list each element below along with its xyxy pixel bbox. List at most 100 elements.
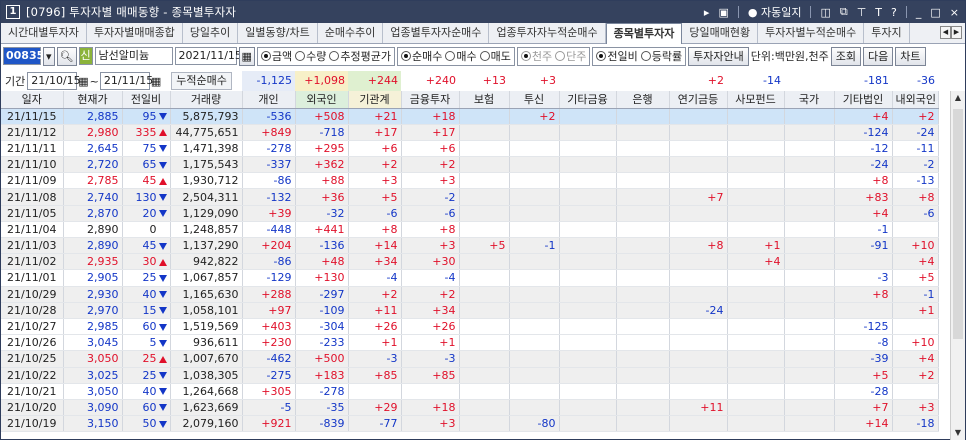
col-header-0[interactable]: 일자 [1, 91, 64, 109]
table-row[interactable]: 21/11/05 2,870 20 1,129,090 +39 -32 -6 -6 +4 -6 [1, 205, 939, 222]
col-header-3[interactable]: 거래량 [170, 91, 243, 109]
table-row[interactable]: 21/11/12 2,980 335 44,775,651 +849 -718 +17 +17… [1, 124, 939, 141]
change-value: 0 [149, 222, 157, 236]
table-row[interactable]: 21/11/09 2,785 45 1,930,712 -86 +88 +3 +3 +8 -13 [1, 172, 939, 190]
radio-amount[interactable]: 금액 [260, 48, 292, 64]
stock-code-input[interactable]: 008350 [3, 47, 52, 65]
search-button[interactable]: 🔍︎ [56, 46, 77, 66]
tab-0[interactable]: 시간대별투자자 [1, 23, 87, 43]
close-icon[interactable]: × [950, 6, 959, 19]
chart-button[interactable]: 차트 [895, 46, 926, 66]
radio-thousand-shares[interactable]: 천주 [520, 48, 552, 64]
vertical-scrollbar[interactable]: ▲ ▼ [950, 91, 965, 440]
radio-net-buy[interactable]: 순매수 [401, 48, 442, 64]
investor-cell: +508 [295, 108, 349, 125]
col-header-4[interactable]: 개인 [242, 91, 296, 109]
radio-quantity[interactable]: 수량 [295, 48, 326, 64]
col-header-10[interactable]: 기타금융 [559, 91, 617, 109]
tab-prev-icon[interactable]: ◀ [940, 26, 951, 39]
table-row[interactable]: 21/10/27 2,985 60 1,519,569 +403 -304 +26 +26 -1… [1, 318, 939, 336]
investor-cell: +6 [401, 140, 460, 158]
tab-3[interactable]: 일별동향/차트 [238, 23, 318, 43]
table-row[interactable]: 21/11/04 2,890 0 1,248,857 -448 +441 +8 +8 -1 [1, 221, 939, 239]
radio-change-rate[interactable]: 등락률 [640, 48, 682, 64]
col-header-6[interactable]: 기관계 [348, 91, 402, 109]
calendar-button[interactable]: ▦ [238, 46, 255, 66]
autosave-toggle[interactable]: ● 자동일지 [748, 4, 802, 20]
investor-guide-button[interactable]: 투자자안내 [688, 46, 749, 66]
maximize-icon[interactable]: □ [930, 6, 940, 19]
tab-2[interactable]: 당일추이 [183, 23, 239, 43]
table-row[interactable]: 21/10/25 3,050 25 1,007,670 -462 +500 -3 -3 -39 +… [1, 350, 939, 368]
investor-cell [669, 205, 728, 222]
lookup-button[interactable]: 조회 [830, 46, 862, 66]
scroll-up-icon[interactable]: ▲ [951, 91, 965, 105]
table-row[interactable]: 21/11/10 2,720 65 1,175,543 -337 +362 +2 +2 -24-… [1, 156, 939, 174]
tab-4[interactable]: 순매수추이 [318, 23, 384, 43]
scroll-thumb[interactable] [953, 109, 963, 339]
table-row[interactable]: 21/11/02 2,935 30 942,822 -86 +48 +34 +30 +4 +4 [1, 253, 939, 271]
tab-8[interactable]: 당일매매현황 [682, 23, 759, 43]
tab-next-icon[interactable]: ▶ [951, 26, 962, 39]
font-icon[interactable]: T [875, 6, 882, 19]
investor-cell [459, 172, 510, 190]
col-header-1[interactable]: 현재가 [63, 91, 123, 109]
minimize-icon[interactable]: _ [916, 6, 922, 19]
screen-icon[interactable]: ▣ [718, 6, 728, 19]
radio-buy[interactable]: 매수 [445, 48, 477, 64]
table-row[interactable]: 21/10/28 2,970 15 1,058,101 +97 -109 +11 +34 -24… [1, 302, 939, 319]
table-row[interactable]: 21/11/11 2,645 75 1,471,398 -278 +295 +6 +6 -12-… [1, 140, 939, 158]
investor-cell: +29 [348, 399, 402, 417]
investor-cell [892, 221, 939, 239]
tab-5[interactable]: 업종별투자자순매수 [383, 23, 490, 43]
col-header-12[interactable]: 연기금등 [669, 91, 728, 109]
radio-sell[interactable]: 매도 [479, 48, 511, 64]
col-header-14[interactable]: 국가 [784, 91, 835, 109]
tab-9[interactable]: 투자자별누적순매수 [758, 23, 865, 43]
tab-10[interactable]: 투자지 [864, 23, 910, 43]
caret-right-icon[interactable]: ▸ [704, 6, 710, 19]
col-header-5[interactable]: 외국인 [295, 91, 349, 109]
window-split-icon[interactable]: ◫ [820, 6, 830, 19]
next-button[interactable]: 다음 [863, 46, 894, 66]
investor-cell: +48 [295, 253, 349, 271]
period-from-input[interactable]: 21/10/15 [27, 72, 81, 90]
radio-single-share[interactable]: 단주 [555, 48, 586, 64]
pin-icon[interactable]: ⊤ [857, 6, 867, 19]
table-row[interactable]: 21/11/08 2,740 130 2,504,311 -132 +36 +5 -2 +7 +8… [1, 188, 939, 206]
window-tile-icon[interactable]: ⧉ [840, 5, 848, 19]
col-header-8[interactable]: 보험 [459, 91, 510, 109]
table-row[interactable]: 21/10/19 3,150 50 2,079,160 +921 -839 -77 +3 -80… [1, 415, 939, 433]
table-row[interactable]: 21/11/03 2,890 45 1,137,290 +204 -136 +14 +3 +5-… [1, 237, 939, 255]
price-cell: 2,740 [63, 188, 123, 206]
col-header-2[interactable]: 전일비 [122, 91, 171, 109]
table-row[interactable]: 21/10/22 3,025 25 1,038,305 -275 +183 +85 +85 +5… [1, 367, 939, 384]
tab-6[interactable]: 업종투자자누적순매수 [489, 23, 606, 43]
investor-cell [669, 221, 728, 239]
tab-7[interactable]: 종목별투자자 [605, 23, 683, 44]
radio-prev-day[interactable]: 전일비 [596, 48, 638, 64]
stock-name-field[interactable]: 남선알미늄 [94, 47, 173, 65]
help-icon[interactable]: ? [891, 6, 897, 19]
col-header-16[interactable]: 내외국인 [892, 91, 939, 109]
table-row[interactable]: 21/11/15 2,885 95 5,875,793 -536 +508 +21 +18 +2… [1, 108, 939, 125]
col-header-15[interactable]: 기타법인 [834, 91, 893, 109]
search-icon: 🔍︎ [59, 49, 74, 63]
col-header-11[interactable]: 은행 [616, 91, 670, 109]
calendar-icon[interactable]: ▦ [78, 75, 88, 88]
scroll-down-icon[interactable]: ▼ [951, 426, 965, 440]
col-header-13[interactable]: 사모펀드 [727, 91, 785, 109]
table-row[interactable]: 21/10/20 3,090 60 1,623,669 -5 -35 +29 +18 +11 +7… [1, 399, 939, 417]
table-row[interactable]: 21/10/21 3,050 40 1,264,668 +305 -278 -28 [1, 383, 939, 400]
col-header-7[interactable]: 금융투자 [401, 91, 460, 109]
tab-1[interactable]: 투자자별매매종합 [87, 23, 183, 43]
col-header-9[interactable]: 투신 [509, 91, 560, 109]
period-to-input[interactable]: 21/11/15 [99, 72, 153, 90]
radio-avg-price[interactable]: 추정평균가 [329, 48, 391, 64]
date-input[interactable]: 2021/11/15 [174, 47, 242, 65]
table-row[interactable]: 21/10/26 3,045 5 936,611 +230 -233 +1 +1 -8 +10 [1, 334, 939, 352]
table-row[interactable]: 21/10/29 2,930 40 1,165,630 +288 -297 +2 +2 +8 -1 [1, 286, 939, 303]
table-row[interactable]: 21/11/01 2,905 25 1,067,857 -129 +130 -4 -4 -3 +5 [1, 269, 939, 287]
calendar-icon[interactable]: ▦ [151, 75, 161, 88]
code-dropdown-button[interactable]: ▾ [43, 46, 55, 66]
